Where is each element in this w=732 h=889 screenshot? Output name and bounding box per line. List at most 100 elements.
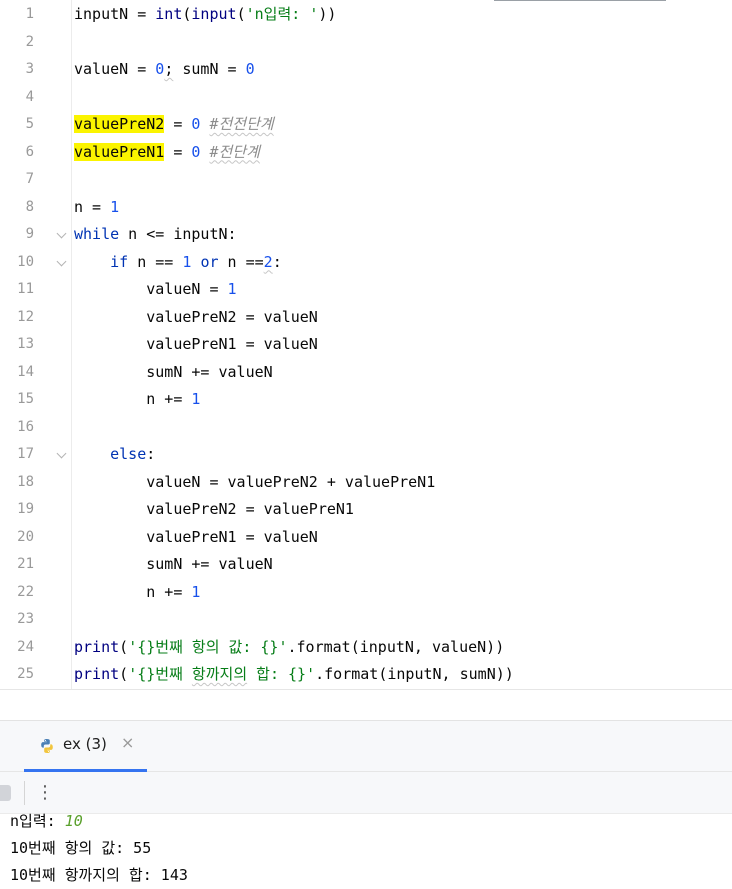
line-number: 14 — [17, 363, 34, 380]
code-text: n = 1 — [74, 194, 119, 222]
code-line[interactable]: 25 print('{}번째 항까지의 합: {}'.format(inputN,… — [0, 661, 732, 689]
stop-icon[interactable] — [0, 785, 11, 801]
code-line[interactable]: 11 valueN = 1 — [0, 276, 732, 304]
code-text: print('{}번째 항까지의 합: {}'.format(inputN, s… — [74, 661, 514, 689]
code-text: n += 1 — [74, 386, 200, 414]
code-token: 0 — [245, 60, 255, 78]
code-line[interactable]: 2 — [0, 29, 732, 57]
code-line[interactable]: 20 valuePreN1 = valueN — [0, 524, 732, 552]
code-token: ; — [164, 60, 174, 78]
code-token: )) — [318, 5, 337, 23]
code-line[interactable]: 19 valuePreN2 = valuePreN1 — [0, 496, 732, 524]
code-text: valueN = 1 — [74, 276, 236, 304]
code-text: valueN = 0; sumN = 0 — [74, 56, 255, 84]
code-token: int — [155, 5, 183, 23]
code-token: 1 — [191, 390, 201, 408]
code-token: valuePreN2 — [74, 115, 165, 133]
code-text: valueN = valuePreN2 + valuePreN1 — [74, 469, 435, 497]
code-line[interactable]: 9 while n <= inputN: — [0, 221, 732, 249]
code-line[interactable]: 22 n += 1 — [0, 579, 732, 607]
code-text: valuePreN1 = 0 #전단계 — [74, 139, 260, 167]
code-token: n += — [74, 390, 192, 408]
code-text: sumN += valueN — [74, 551, 272, 579]
code-token: '{}번째 항의 값: {}' — [128, 637, 288, 656]
line-number: 25 — [17, 666, 34, 682]
code-token: = — [164, 142, 192, 161]
code-line[interactable]: 5 valuePreN2 = 0 #전전단계 — [0, 111, 732, 139]
run-tab-label: ex (3) — [63, 735, 107, 753]
code-token: 0 — [155, 60, 165, 78]
console-line-value: 10번째 항의 값: 55 — [10, 839, 152, 857]
code-text: else: — [74, 441, 155, 469]
code-text: n += 1 — [74, 579, 200, 607]
fold-chevron-icon[interactable] — [56, 448, 67, 459]
code-token: 합: {}' — [247, 665, 316, 683]
code-line[interactable]: 3 valueN = 0; sumN = 0 — [0, 56, 732, 84]
code-text: valuePreN2 = valuePreN1 — [74, 496, 354, 524]
line-number: 23 — [17, 611, 34, 627]
code-line[interactable]: 15 n += 1 — [0, 386, 732, 414]
line-number: 3 — [25, 61, 34, 77]
code-token: 항까지의 — [191, 665, 248, 683]
code-line[interactable]: 6 valuePreN1 = 0 #전단계 — [0, 139, 732, 167]
code-token: '{}번째 — [128, 665, 192, 683]
code-token: #전단계 — [209, 142, 260, 161]
line-number: 5 — [25, 116, 34, 132]
code-token: or — [200, 252, 219, 271]
code-token: sumN += valueN — [74, 362, 273, 381]
code-token: if — [110, 252, 129, 271]
code-token: else — [110, 445, 147, 463]
run-tab[interactable]: ex (3) × — [24, 721, 147, 772]
code-editor[interactable]: 1 inputN = int(input('n입력: ')) 2 3 valueN = … — [0, 0, 732, 689]
code-line[interactable]: 1 inputN = int(input('n입력: ')) — [0, 1, 732, 29]
console-user-input: 10 — [64, 812, 83, 830]
line-number: 19 — [17, 501, 34, 517]
code-token: valueN = — [74, 280, 228, 298]
python-icon — [41, 739, 53, 753]
line-number: 16 — [17, 418, 34, 435]
code-token: n <= inputN: — [119, 225, 237, 243]
code-token: n = — [74, 197, 111, 216]
code-token: valuePreN2 = valueN — [74, 307, 318, 326]
line-number: 9 — [25, 226, 34, 242]
code-line[interactable]: 12 valuePreN2 = valueN — [0, 304, 732, 332]
code-text: if n == 1 or n ==2: — [74, 249, 282, 277]
code-token: : — [272, 252, 282, 271]
line-number: 15 — [17, 391, 34, 407]
console-output[interactable]: n입력: 10 10번째 항의 값: 55 10번째 항까지의 합: 143 — [0, 812, 732, 889]
code-line[interactable]: 4 — [0, 84, 732, 112]
code-line[interactable]: 24 print('{}번째 항의 값: {}'.format(inputN, v… — [0, 634, 732, 662]
line-number: 10 — [17, 253, 34, 270]
line-number: 12 — [17, 308, 34, 325]
console-line-prompt: n입력: 10 — [10, 808, 83, 835]
code-line[interactable]: 16 — [0, 414, 732, 442]
code-line[interactable]: 8 n = 1 — [0, 194, 732, 222]
code-token: valuePreN2 = valuePreN1 — [74, 500, 354, 518]
line-number: 18 — [17, 473, 34, 490]
code-line[interactable]: 18 valueN = valuePreN2 + valuePreN1 — [0, 469, 732, 497]
code-line[interactable]: 23 — [0, 606, 732, 634]
code-token: valuePreN1 = valueN — [74, 335, 318, 353]
line-number: 8 — [25, 198, 34, 215]
code-token: n == — [128, 252, 183, 271]
code-text: print('{}번째 항의 값: {}'.format(inputN, val… — [74, 634, 504, 662]
code-token: while — [74, 225, 120, 243]
code-line[interactable]: 7 — [0, 166, 732, 194]
fold-chevron-icon[interactable] — [56, 256, 67, 266]
code-line[interactable]: 10 if n == 1 or n ==2: — [0, 249, 732, 277]
code-line[interactable]: 17 else: — [0, 441, 732, 469]
more-options-icon[interactable]: ⋮ — [36, 779, 54, 807]
line-number: 20 — [17, 528, 34, 545]
code-line[interactable]: 14 sumN += valueN — [0, 359, 732, 387]
code-token: n += — [74, 582, 192, 601]
code-line[interactable]: 13 valuePreN1 = valueN — [0, 331, 732, 359]
code-token: print — [74, 665, 120, 683]
code-line[interactable]: 21 sumN += valueN — [0, 551, 732, 579]
fold-chevron-icon[interactable] — [56, 228, 67, 239]
code-token: : — [146, 445, 156, 463]
code-text: inputN = int(input('n입력: ')) — [74, 1, 336, 29]
close-tab-icon[interactable]: × — [121, 733, 134, 752]
line-number: 2 — [25, 33, 34, 50]
